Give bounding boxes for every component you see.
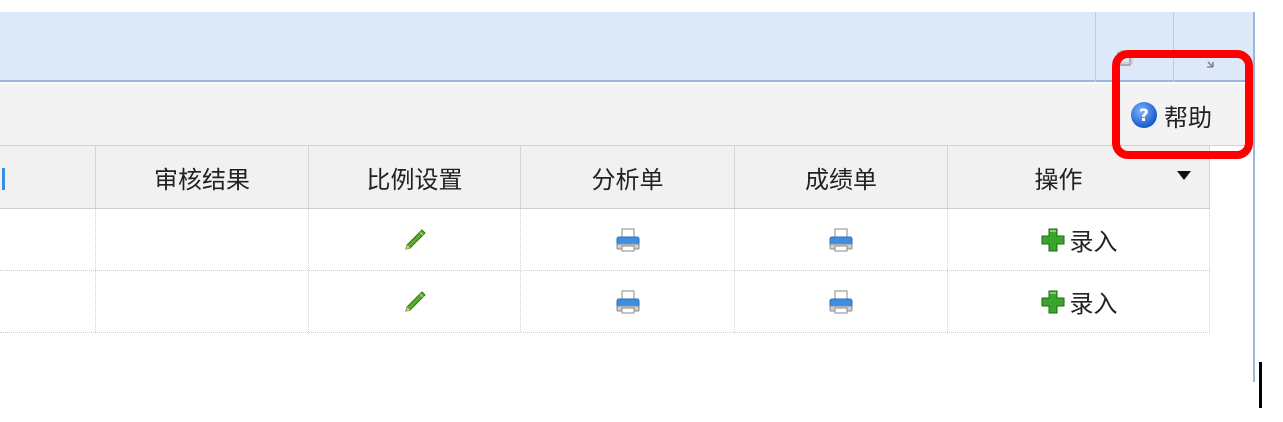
data-grid: 审核结果 比例设置 分析单 成绩单 操作 录入 录入 [0,146,1210,333]
enter-link[interactable]: 录入 [1040,284,1118,319]
window-minimize-icon [1117,50,1133,66]
enter-label: 录入 [1069,290,1118,318]
table-row: 录入 [0,271,1210,333]
printer-icon[interactable] [827,227,855,253]
score-sheet-cell [735,271,948,332]
column-header-score-sheet[interactable]: 成绩单 [735,146,948,208]
help-label: 帮助 [1164,103,1212,132]
audit-result-cell [96,209,309,270]
ratio-setting-cell [309,209,521,270]
column-header-label: 成绩单 [805,165,877,194]
actions-cell: 录入 [948,271,1210,332]
column-header-label: 操作 [1034,165,1083,194]
printer-icon[interactable] [614,227,642,253]
svg-text:?: ? [1139,106,1149,126]
column-header-actions[interactable]: 操作 [948,146,1210,208]
column-header-ratio-setting[interactable]: 比例设置 [309,146,521,208]
column-header-audit-result[interactable]: 审核结果 [96,146,309,208]
column-menu-arrow-icon[interactable] [1177,171,1191,180]
grid-header: 审核结果 比例设置 分析单 成绩单 操作 [0,146,1210,209]
help-question-icon: ? [1130,101,1158,129]
expand-icon [1194,50,1214,68]
audit-result-cell [96,271,309,332]
column-header-label: 分析单 [591,165,664,194]
column-header-label: 比例设置 [366,165,463,194]
analysis-sheet-cell [521,209,735,270]
pencil-icon[interactable] [402,227,428,253]
column-resize-marker [2,168,5,190]
enter-link[interactable]: 录入 [1040,222,1118,257]
analysis-sheet-cell [521,271,735,332]
column-header-analysis-sheet[interactable]: 分析单 [521,146,735,208]
ratio-setting-cell [309,271,521,332]
table-row: 录入 [0,209,1210,271]
enter-label: 录入 [1069,228,1118,256]
green-plus-icon [1041,290,1064,313]
window-header [0,12,1255,82]
column-header-blank [0,146,96,208]
panel-right-border [1253,82,1255,382]
toolbar: ? 帮助 [0,84,1255,146]
printer-icon[interactable] [614,289,642,315]
row-cell-leading [0,271,96,332]
row-cell-leading [0,209,96,270]
printer-icon[interactable] [827,289,855,315]
help-button[interactable]: ? 帮助 [1130,98,1212,132]
minimize-button[interactable] [1095,12,1155,82]
expand-button[interactable] [1173,12,1233,82]
green-plus-icon [1041,228,1064,251]
pencil-icon[interactable] [402,289,428,315]
actions-cell: 录入 [948,209,1210,270]
score-sheet-cell [735,209,948,270]
column-header-label: 审核结果 [154,165,250,194]
text-cursor [1259,362,1262,408]
